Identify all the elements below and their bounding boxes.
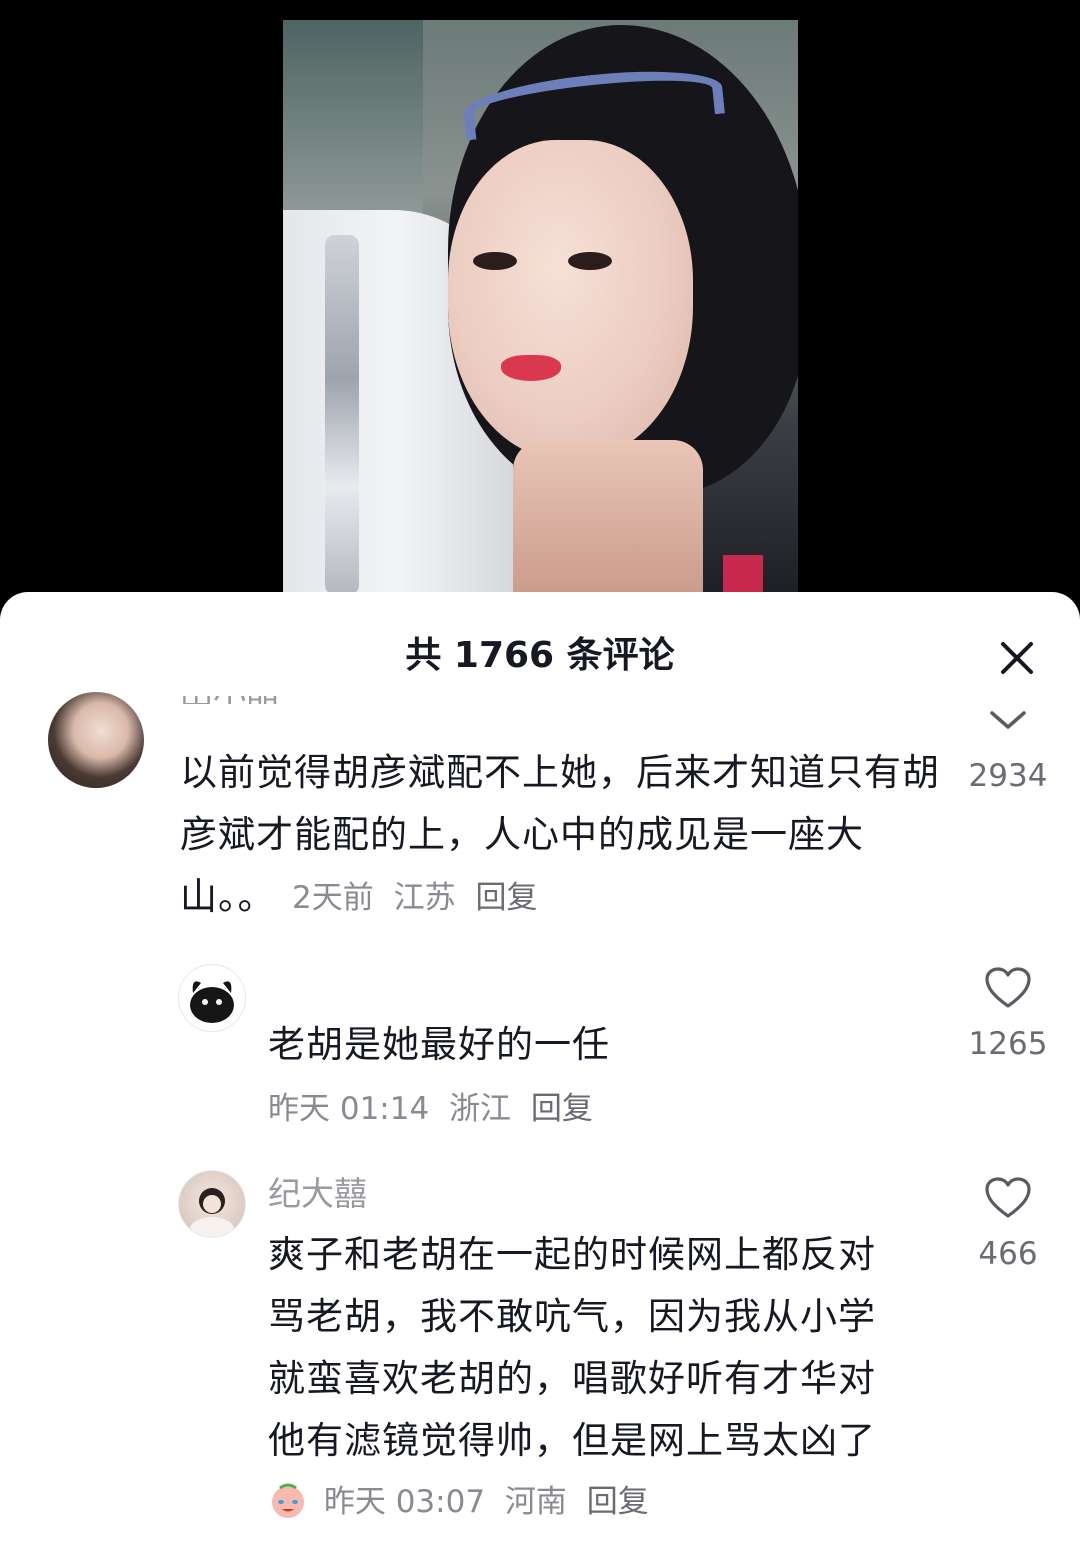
black-cat-icon [190,981,234,1023]
screen: 共 1766 条评论 田小晶 以前觉得胡彦斌配不上她，后来才知道只有胡彦斌才能配… [0,0,1080,1547]
video-shoulder-stripe [325,235,359,595]
comment-time: 昨天 03:07 [323,1484,486,1520]
video-collar [723,555,763,595]
reply-button[interactable]: 回复 [531,1091,593,1127]
comment-meta: 2天前 江苏 回复 [292,878,547,918]
comment-meta: 昨天 03:07 河南 回复 [268,1480,659,1522]
avatar[interactable] [178,964,246,1032]
comment-location: 浙江 [449,1091,512,1127]
comment-location: 江苏 [393,880,456,916]
crying-emoji-icon [272,1483,304,1518]
reply-button[interactable]: 回复 [587,1484,649,1520]
comment-sheet: 共 1766 条评论 田小晶 以前觉得胡彦斌配不上她，后来才知道只有胡彦斌才能配… [0,592,1080,1547]
comment-username[interactable]: 田小晶 [180,696,279,704]
comment-item: 老胡是她最好的一任 昨天 01:14 浙江 回复 1265 [0,952,1080,1132]
comment-location: 河南 [504,1484,567,1520]
like-button[interactable]: 466 [958,1176,1058,1274]
heart-outline-icon [985,1177,1031,1218]
comment-username[interactable]: 纪大囍 [268,1174,367,1214]
comment-text: 爽子和老胡在一起的时候网上都反对骂老胡，我不敢吭气，因为我从小学就蛮喜欢老胡的，… [268,1233,876,1462]
avatar[interactable] [48,692,144,788]
comment-meta: 昨天 01:14 浙江 回复 [268,1089,603,1129]
like-button[interactable]: 1265 [958,966,1058,1064]
video-lips [501,355,561,381]
comment-time: 昨天 01:14 [268,1091,430,1127]
avatar[interactable] [178,1170,246,1238]
video-thumbnail[interactable] [283,20,798,595]
like-button[interactable]: 2934 [958,710,1058,796]
comment-time: 2天前 [292,880,374,916]
video-eye-right [568,252,612,270]
girl-portrait-icon [190,1188,234,1237]
comment-text: 老胡是她最好的一任 [268,1023,610,1066]
like-count: 2934 [968,758,1048,794]
video-face [448,140,693,460]
comment-item: 田小晶 以前觉得胡彦斌配不上她，后来才知道只有胡彦斌才能配的上，人心中的成见是一… [0,592,1080,932]
comment-item: 纪大囍 爽子和老胡在一起的时候网上都反对骂老胡，我不敢吭气，因为我从小学就蛮喜欢… [0,1162,1080,1547]
like-count: 1265 [968,1026,1048,1062]
chevron-down-icon [990,711,1026,729]
video-eye-left [473,252,517,270]
reply-button[interactable]: 回复 [475,880,537,916]
video-neck [513,440,703,595]
like-count: 466 [978,1236,1038,1272]
heart-outline-icon [985,967,1031,1008]
